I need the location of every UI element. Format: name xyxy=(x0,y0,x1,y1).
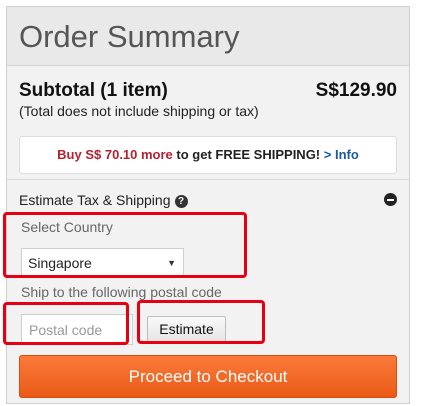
annotation-highlight-estimate xyxy=(137,300,265,344)
subtotal-value: S$129.90 xyxy=(315,80,397,101)
info-link[interactable]: > Info xyxy=(324,147,359,162)
collapse-minus-icon[interactable] xyxy=(384,193,397,206)
chevron-right-icon: > xyxy=(323,147,332,162)
promo-text: to get FREE SHIPPING! xyxy=(172,147,321,162)
annotation-highlight-postal xyxy=(3,302,129,345)
proceed-to-checkout-button[interactable]: Proceed to Checkout xyxy=(19,355,397,398)
promo-amount-text: Buy S$ 70.10 more xyxy=(57,147,173,162)
help-icon[interactable]: ? xyxy=(174,195,188,208)
subtotal-note: (Total does not include shipping or tax) xyxy=(19,103,259,119)
divider xyxy=(7,179,409,180)
free-shipping-banner: Buy S$ 70.10 more to get FREE SHIPPING! … xyxy=(19,136,397,174)
annotation-highlight-country xyxy=(3,212,247,278)
panel-header: Order Summary xyxy=(7,7,409,66)
info-link-label: Info xyxy=(334,147,359,162)
estimate-section-toggle[interactable]: Estimate Tax & Shipping? xyxy=(19,192,188,208)
postal-field-label: Ship to the following postal code xyxy=(21,284,222,300)
estimate-section-title: Estimate Tax & Shipping xyxy=(19,192,171,208)
page-title: Order Summary xyxy=(19,19,240,54)
subtotal-label: Subtotal (1 item) xyxy=(19,80,168,101)
